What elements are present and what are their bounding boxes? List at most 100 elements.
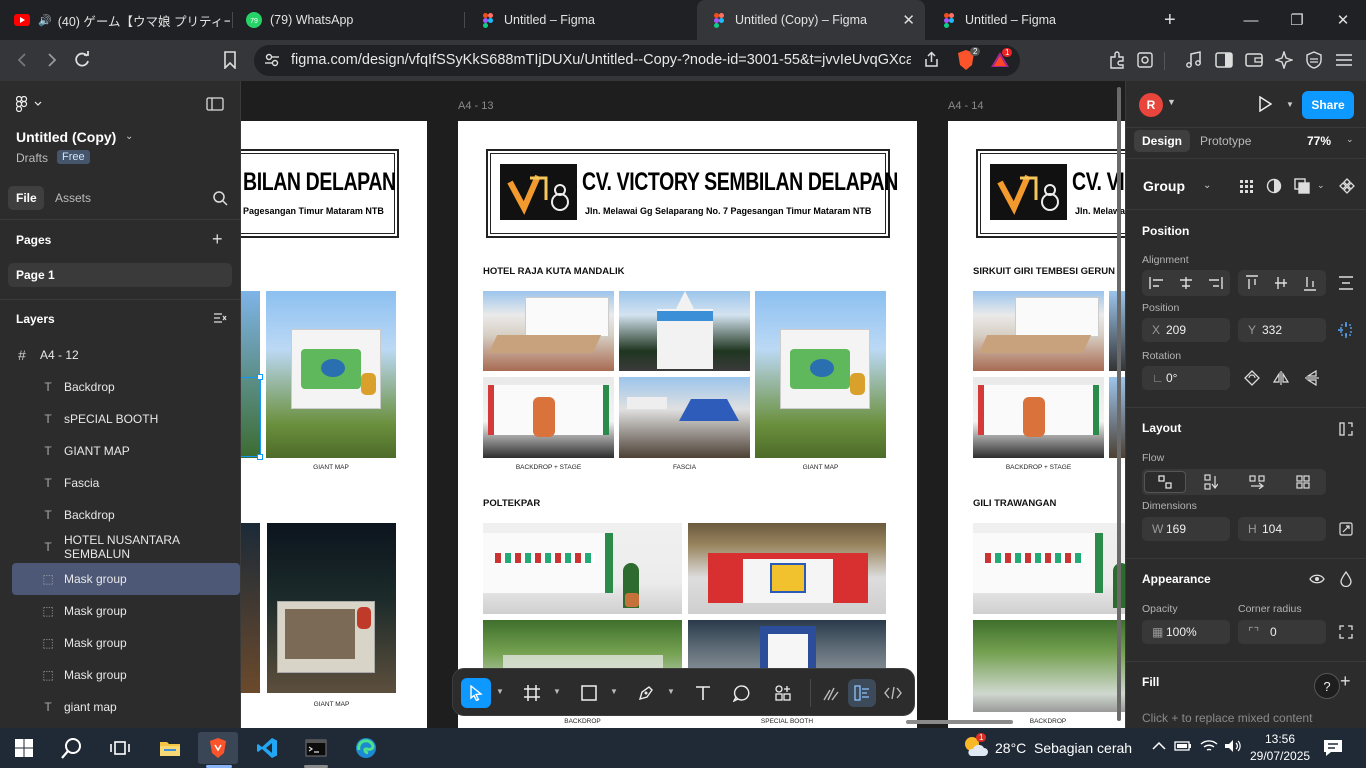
draw-mode-icon[interactable] — [817, 679, 845, 707]
photo[interactable] — [241, 523, 260, 693]
align-bottom-icon[interactable] — [1300, 273, 1320, 293]
frame-a4-14[interactable]: CV. VIC Jln. Melawa SIRKUIT GIRI TEMBESI… — [948, 121, 1125, 728]
forward-icon[interactable] — [40, 48, 64, 72]
flow-horizontal-icon[interactable] — [1247, 472, 1267, 492]
avatar[interactable]: R — [1139, 93, 1163, 117]
dev-mode-icon[interactable] — [879, 679, 907, 707]
clock-date[interactable]: 29/07/2025 — [1250, 749, 1310, 763]
windows-start-icon[interactable] — [4, 732, 44, 764]
align-left-icon[interactable] — [1147, 273, 1167, 293]
flip-horizontal-icon[interactable] — [1271, 368, 1291, 388]
edge-icon[interactable] — [346, 732, 386, 764]
wallet-icon[interactable] — [1242, 48, 1266, 72]
corner-radius-field[interactable]: ⌜⌝ 0 — [1238, 620, 1326, 644]
mask-icon[interactable] — [1264, 176, 1284, 196]
photo-giant-map-night[interactable] — [267, 523, 396, 693]
layer-item[interactable]: Tgiant map — [0, 691, 240, 723]
frame-a4-13[interactable]: CV. VICTORY SEMBILAN DELAPAN Jln. Melawa… — [458, 121, 917, 728]
photo-backdrop[interactable] — [973, 377, 1104, 458]
speaker-icon[interactable]: 🔊 — [38, 14, 52, 27]
tab-whatsapp[interactable]: 79 (79) WhatsApp — [232, 0, 462, 40]
volume-icon[interactable] — [1224, 739, 1242, 756]
y-field[interactable]: Y 332 — [1238, 318, 1326, 342]
photo-fascia[interactable] — [619, 377, 750, 458]
photo-giant-map[interactable] — [755, 291, 886, 458]
align-top-icon[interactable] — [1242, 273, 1262, 293]
file-location[interactable]: Drafts — [16, 151, 48, 165]
layer-item[interactable]: T Fascia — [0, 467, 240, 499]
photo-tent[interactable] — [619, 291, 750, 371]
chevron-down-icon[interactable]: ▼ — [610, 687, 618, 696]
search-icon[interactable] — [52, 732, 92, 764]
chevron-down-icon[interactable]: ⌄ — [1346, 134, 1354, 145]
weather-icon[interactable]: 1 — [962, 733, 988, 763]
photo-special-booth[interactable] — [688, 523, 886, 614]
height-field[interactable]: H 104 — [1238, 517, 1326, 541]
chevron-down-icon[interactable]: ▼ — [667, 687, 675, 696]
add-fill-icon[interactable]: + — [1340, 671, 1351, 692]
rotate-icon[interactable] — [1242, 368, 1262, 388]
new-tab-button[interactable]: + — [1164, 10, 1176, 30]
tab-figma-untitled[interactable]: Untitled – Figma — [466, 0, 694, 40]
frame-tool-button[interactable] — [518, 679, 546, 707]
music-icon[interactable] — [1182, 48, 1206, 72]
actions-tool-button[interactable] — [769, 679, 797, 707]
bookmark-icon[interactable] — [218, 48, 242, 72]
layer-item[interactable]: TsPECIAL BOOTH — [0, 403, 240, 435]
present-icon[interactable] — [1258, 95, 1273, 115]
horizontal-scrollbar[interactable] — [906, 720, 1013, 724]
wifi-icon[interactable] — [1200, 739, 1218, 756]
zoom-level[interactable]: 77% — [1307, 134, 1331, 148]
flip-vertical-icon[interactable] — [1302, 368, 1322, 388]
chevron-down-icon[interactable]: ▼ — [1286, 100, 1294, 109]
toggle-ui-icon[interactable] — [206, 97, 224, 114]
brave-rewards-icon[interactable]: 1 — [990, 48, 1013, 73]
frame-label[interactable]: A4 - 13 — [458, 100, 493, 112]
layer-item[interactable]: T Backdrop — [0, 371, 240, 403]
frame-label[interactable]: A4 - 14 — [948, 100, 983, 112]
add-page-icon[interactable]: + — [212, 229, 223, 250]
flow-freeform[interactable] — [1144, 471, 1186, 493]
brave-browser-icon[interactable] — [198, 732, 238, 764]
file-explorer-icon[interactable] — [150, 732, 190, 764]
weather-text[interactable]: Sebagian cerah — [1034, 740, 1132, 756]
chevron-down-icon[interactable]: ▼ — [553, 687, 561, 696]
photo-giant-map[interactable] — [266, 291, 396, 458]
file-name[interactable]: Untitled (Copy) — [16, 129, 116, 145]
layer-item[interactable]: T Backdrop — [0, 499, 240, 531]
tab-figma-untitled-copy[interactable]: Untitled (Copy) – Figma ✕ — [697, 0, 925, 40]
distribute-icon[interactable] — [1336, 273, 1356, 293]
layer-item[interactable]: T HOTEL NUSANTARA SEMBALUN — [0, 531, 240, 563]
rectangle-tool-button[interactable] — [575, 679, 603, 707]
sidebar-icon[interactable] — [1212, 48, 1236, 72]
layer-item[interactable]: T GIANT MAP — [0, 435, 240, 467]
selection-type[interactable]: Group — [1143, 178, 1185, 194]
eye-icon[interactable] — [1307, 569, 1327, 589]
comment-tool-button[interactable] — [728, 679, 756, 707]
maximize-button[interactable]: ❐ — [1274, 0, 1320, 40]
width-field[interactable]: W 169 — [1142, 517, 1230, 541]
layer-item[interactable]: ⬚ Mask group — [12, 563, 240, 595]
component-icon[interactable] — [1337, 176, 1357, 196]
menu-icon[interactable] — [1332, 48, 1356, 72]
vscode-icon[interactable] — [247, 732, 287, 764]
x-field[interactable]: X 209 — [1142, 318, 1230, 342]
opacity-field[interactable]: ▦ 100% — [1142, 620, 1230, 644]
layer-item[interactable]: ⬚ Mask group — [0, 627, 240, 659]
back-icon[interactable] — [10, 48, 34, 72]
site-info-icon[interactable] — [264, 52, 280, 71]
chevron-down-icon[interactable]: ▼ — [1167, 97, 1176, 107]
flow-vertical-icon[interactable] — [1201, 472, 1221, 492]
auto-layout-icon[interactable] — [1336, 419, 1356, 439]
close-tab-icon[interactable]: ✕ — [902, 11, 915, 29]
battery-icon[interactable] — [1174, 740, 1192, 755]
chevron-down-icon[interactable]: ⌄ — [1317, 180, 1325, 191]
photo-backdrop-poltekpar[interactable] — [483, 523, 682, 614]
terminal-icon[interactable] — [296, 732, 336, 764]
tab-design[interactable]: Design — [1142, 134, 1182, 148]
tab-figma-untitled-2[interactable]: Untitled – Figma — [927, 0, 1155, 40]
layer-frame[interactable]: # A4 - 12 — [0, 339, 240, 371]
close-window-button[interactable]: ✕ — [1320, 0, 1366, 40]
show-hidden-icons-icon[interactable] — [1152, 740, 1166, 754]
flow-grid-icon[interactable] — [1293, 472, 1313, 492]
